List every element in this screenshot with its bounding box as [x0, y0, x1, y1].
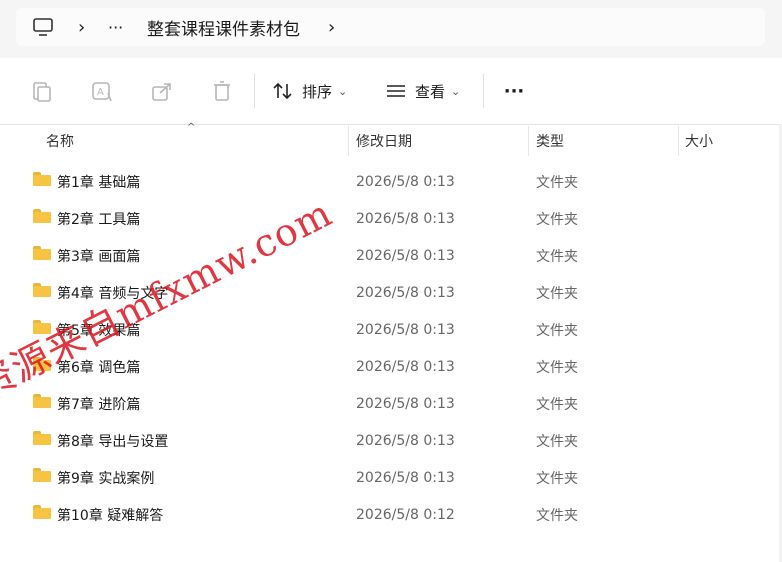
- file-type: 文件夹: [536, 359, 578, 376]
- file-date: 2026/5/8 0:12: [356, 506, 455, 523]
- folder-icon: [33, 394, 51, 408]
- file-type: 文件夹: [536, 248, 578, 265]
- breadcrumb-more[interactable]: ···: [108, 8, 123, 46]
- column-size[interactable]: 大小: [685, 124, 713, 158]
- folder-icon: [33, 431, 51, 445]
- folder-icon: [33, 172, 51, 186]
- file-row[interactable]: 第7章 进阶篇 2026/5/8 0:13 文件夹: [0, 385, 782, 422]
- column-header: ^ 名称 修改日期 类型 大小: [0, 122, 782, 158]
- file-date: 2026/5/8 0:13: [356, 284, 455, 301]
- file-type: 文件夹: [536, 174, 578, 191]
- file-name: 第10章 疑难解答: [57, 507, 164, 524]
- more-options-button[interactable]: ···: [500, 72, 528, 110]
- delete-button[interactable]: [208, 72, 236, 110]
- toolbar-divider: [483, 74, 484, 108]
- rename-button[interactable]: A: [88, 72, 116, 110]
- file-row[interactable]: 第4章 音频与文字 2026/5/8 0:13 文件夹: [0, 274, 782, 311]
- file-row[interactable]: 第9章 实战案例 2026/5/8 0:13 文件夹: [0, 459, 782, 496]
- file-name: 第1章 基础篇: [57, 174, 141, 191]
- file-type: 文件夹: [536, 322, 578, 339]
- folder-icon: [33, 505, 51, 519]
- column-name[interactable]: 名称: [46, 124, 74, 158]
- folder-icon: [33, 209, 51, 223]
- sort-button[interactable]: 排序 ⌄: [272, 72, 347, 110]
- address-bar[interactable]: › ··· 整套课程课件素材包 ›: [16, 8, 765, 46]
- file-date: 2026/5/8 0:13: [356, 247, 455, 264]
- file-type: 文件夹: [536, 470, 578, 487]
- file-type: 文件夹: [536, 285, 578, 302]
- file-date: 2026/5/8 0:13: [356, 395, 455, 412]
- command-toolbar: A 排序 ⌄ 查看 ⌄ ···: [0, 58, 782, 125]
- file-name: 第8章 导出与设置: [57, 433, 169, 450]
- column-date[interactable]: 修改日期: [356, 124, 412, 158]
- folder-icon: [33, 320, 51, 334]
- file-row[interactable]: 第1章 基础篇 2026/5/8 0:13 文件夹: [0, 163, 782, 200]
- file-name: 第9章 实战案例: [57, 470, 155, 487]
- file-date: 2026/5/8 0:13: [356, 432, 455, 449]
- breadcrumb-trail-chevron[interactable]: ›: [328, 8, 335, 46]
- file-name: 第5章 效果篇: [57, 322, 141, 339]
- folder-icon: [33, 468, 51, 482]
- file-name: 第2章 工具篇: [57, 211, 141, 228]
- file-date: 2026/5/8 0:13: [356, 210, 455, 227]
- toolbar-divider: [254, 74, 255, 108]
- sort-label: 排序: [302, 82, 333, 101]
- sort-icon: [273, 82, 292, 100]
- chevron-down-icon: ⌄: [451, 84, 461, 98]
- file-row[interactable]: 第2章 工具篇 2026/5/8 0:13 文件夹: [0, 200, 782, 237]
- address-bar-area: › ··· 整套课程课件素材包 ›: [0, 0, 782, 58]
- file-row[interactable]: 第5章 效果篇 2026/5/8 0:13 文件夹: [0, 311, 782, 348]
- monitor-icon[interactable]: [32, 8, 54, 46]
- file-date: 2026/5/8 0:13: [356, 358, 455, 375]
- column-divider[interactable]: [348, 126, 349, 156]
- file-date: 2026/5/8 0:13: [356, 321, 455, 338]
- file-row[interactable]: 第8章 导出与设置 2026/5/8 0:13 文件夹: [0, 422, 782, 459]
- rename-icon: A: [92, 82, 112, 102]
- breadcrumb-folder[interactable]: 整套课程课件素材包: [147, 8, 300, 46]
- file-name: 第4章 音频与文字: [57, 285, 169, 302]
- column-divider[interactable]: [678, 126, 679, 156]
- file-name: 第7章 进阶篇: [57, 396, 141, 413]
- file-name: 第6章 调色篇: [57, 359, 141, 376]
- folder-icon: [33, 357, 51, 371]
- file-row[interactable]: 第10章 疑难解答 2026/5/8 0:12 文件夹: [0, 496, 782, 533]
- file-type: 文件夹: [536, 433, 578, 450]
- trash-icon: [214, 81, 230, 101]
- column-type[interactable]: 类型: [536, 124, 564, 158]
- share-button[interactable]: [148, 72, 176, 110]
- view-icon: [387, 85, 405, 97]
- file-type: 文件夹: [536, 211, 578, 228]
- svg-text:A: A: [97, 87, 104, 98]
- view-button[interactable]: 查看 ⌄: [385, 72, 460, 110]
- file-name: 第3章 画面篇: [57, 248, 141, 265]
- view-label: 查看: [415, 82, 446, 101]
- file-date: 2026/5/8 0:13: [356, 173, 455, 190]
- file-row[interactable]: 第3章 画面篇 2026/5/8 0:13 文件夹: [0, 237, 782, 274]
- file-date: 2026/5/8 0:13: [356, 469, 455, 486]
- folder-icon: [33, 283, 51, 297]
- sort-ascending-icon: ^: [187, 122, 196, 133]
- share-icon: [152, 83, 171, 101]
- file-type: 文件夹: [536, 396, 578, 413]
- folder-icon: [33, 246, 51, 260]
- file-type: 文件夹: [536, 507, 578, 524]
- chevron-down-icon: ⌄: [338, 84, 348, 98]
- breadcrumb-chevron[interactable]: ›: [78, 8, 85, 46]
- copy-button[interactable]: [28, 72, 56, 110]
- clipboard-icon: [33, 82, 51, 102]
- file-row[interactable]: 第6章 调色篇 2026/5/8 0:13 文件夹: [0, 348, 782, 385]
- column-divider[interactable]: [528, 126, 529, 156]
